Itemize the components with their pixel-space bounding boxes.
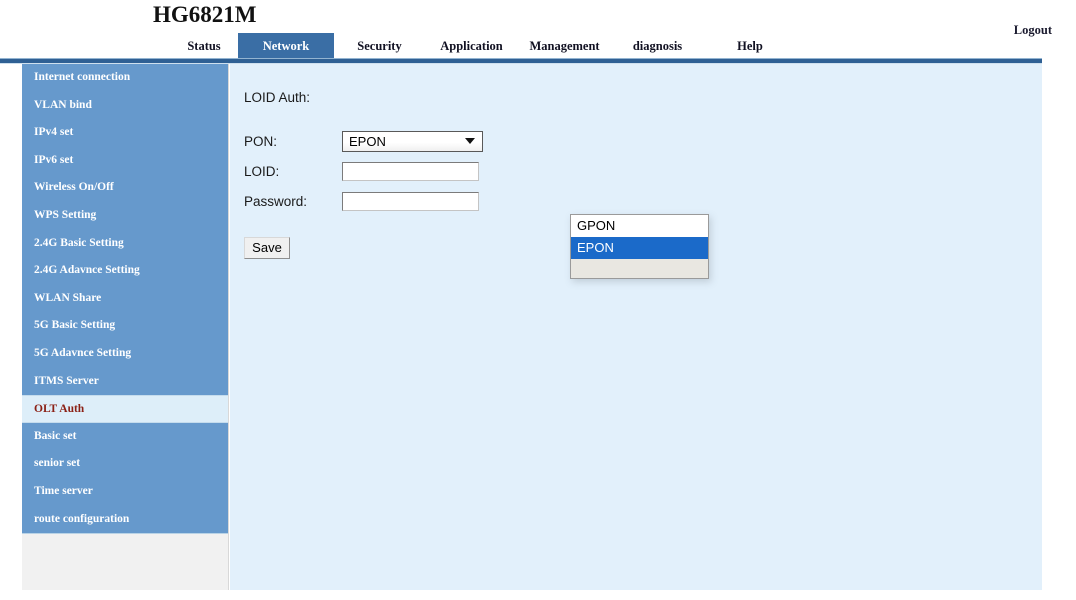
loid-field-wrap — [342, 161, 483, 181]
pon-select[interactable]: EPON — [342, 130, 483, 152]
pon-option-gpon[interactable]: GPON — [571, 215, 708, 237]
password-field-wrap — [342, 191, 483, 211]
pon-field-wrap: EPON — [342, 130, 483, 152]
tab-network[interactable]: Network — [238, 33, 334, 60]
form-row-loid: LOID: — [244, 156, 764, 186]
sidebar-item-time-server[interactable]: Time server — [22, 478, 228, 506]
page-header: HG6821M Logout Status Network Security A… — [0, 0, 1076, 60]
chevron-down-icon — [465, 138, 475, 144]
save-button[interactable]: Save — [244, 237, 290, 259]
sidebar-item-24g-advance-setting[interactable]: 2.4G Adavnce Setting — [22, 257, 228, 285]
tab-status[interactable]: Status — [170, 33, 238, 60]
form-title: LOID Auth: — [244, 90, 311, 105]
password-input[interactable] — [342, 191, 479, 211]
sidebar-item-internet-connection[interactable]: Internet connection — [22, 64, 228, 92]
tab-help[interactable]: Help — [704, 33, 796, 60]
pon-dropdown-list[interactable]: GPON EPON — [570, 214, 709, 279]
sidebar-item-5g-basic-setting[interactable]: 5G Basic Setting — [22, 312, 228, 340]
brand-title: HG6821M — [153, 2, 257, 27]
sidebar-item-wlan-share[interactable]: WLAN Share — [22, 285, 228, 313]
sidebar-item-wps-setting[interactable]: WPS Setting — [22, 202, 228, 230]
sidebar-item-senior-set[interactable]: senior set — [22, 450, 228, 478]
form-row-pon: PON: EPON — [244, 126, 764, 156]
logout-link[interactable]: Logout — [1014, 23, 1052, 38]
tab-application[interactable]: Application — [425, 33, 518, 60]
password-label: Password: — [244, 193, 308, 209]
sidebar-item-5g-advance-setting[interactable]: 5G Adavnce Setting — [22, 340, 228, 368]
content-panel: LOID Auth: PON: EPON LOID: Password: Sav… — [230, 64, 1042, 590]
sidebar-item-wireless-on-off[interactable]: Wireless On/Off — [22, 174, 228, 202]
sidebar: Internet connection VLAN bind IPv4 set I… — [22, 64, 229, 590]
sidebar-item-24g-basic-setting[interactable]: 2.4G Basic Setting — [22, 230, 228, 258]
pon-label: PON: — [244, 133, 278, 149]
sidebar-item-basic-set[interactable]: Basic set — [22, 423, 228, 451]
sidebar-item-itms-server[interactable]: ITMS Server — [22, 368, 228, 396]
sidebar-item-ipv4-set[interactable]: IPv4 set — [22, 119, 228, 147]
loid-input[interactable] — [342, 161, 479, 181]
tab-management[interactable]: Management — [518, 33, 611, 60]
form-row-password: Password: — [244, 186, 764, 216]
sidebar-item-olt-auth[interactable]: OLT Auth — [22, 395, 228, 423]
tab-diagnosis[interactable]: diagnosis — [611, 33, 704, 60]
loid-label: LOID: — [244, 163, 280, 179]
pon-select-value: EPON — [349, 133, 386, 149]
pon-option-epon[interactable]: EPON — [571, 237, 708, 259]
main-navigation: Status Network Security Application Mana… — [170, 33, 796, 60]
sidebar-item-route-configuration[interactable]: route configuration — [22, 506, 228, 534]
page-body: Internet connection VLAN bind IPv4 set I… — [0, 64, 1042, 590]
sidebar-item-vlan-bind[interactable]: VLAN bind — [22, 92, 228, 120]
sidebar-item-ipv6-set[interactable]: IPv6 set — [22, 147, 228, 175]
sidebar-menu: Internet connection VLAN bind IPv4 set I… — [22, 64, 228, 535]
tab-security[interactable]: Security — [334, 33, 425, 60]
